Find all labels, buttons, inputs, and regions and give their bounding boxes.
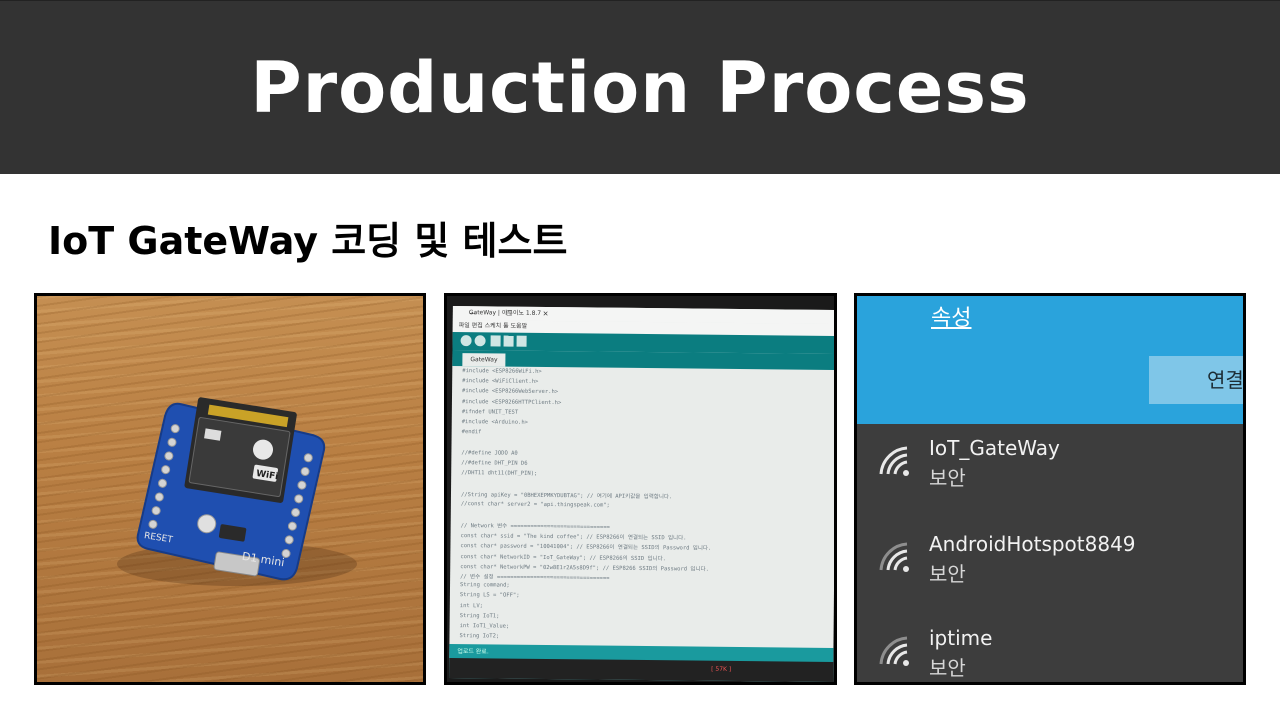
wifi-network-item: AndroidHotspot8849 보안: [857, 532, 1243, 612]
code-line: #ifndef UNIT_TEST: [461, 408, 519, 416]
ide-tab-bar: GateWay: [452, 349, 834, 371]
wifi-network-security: 보안: [929, 562, 966, 586]
code-line: #include <Arduino.h>: [461, 419, 529, 426]
code-line: #include <WiFiClient.h>: [462, 378, 539, 386]
wifi-network-item: IoT_GateWay 보안: [857, 436, 1243, 516]
code-line: // 변수 설정 ===============================…: [460, 574, 610, 582]
wifi-network-name: iptime: [929, 626, 993, 650]
ide-counter: [ 57K ]: [711, 665, 732, 673]
code-line: String LS = "OFF";: [459, 592, 520, 600]
code-line: //const char* server2 = "api.thingspeak.…: [460, 500, 610, 509]
code-line: //String apiKey = "0BHEXEPMKYDUBTAG"; //…: [460, 492, 673, 501]
board-photo: WiFi RESET D1 mini: [34, 293, 426, 685]
title-bar: Production Process: [0, 0, 1280, 174]
wifi-signal-icon: [879, 636, 909, 666]
code-line: //#define DHT_PIN D6: [461, 459, 528, 467]
upload-icon: [474, 335, 486, 347]
code-line: const char* NetworkID = "IoT_GateWay"; /…: [460, 553, 667, 562]
wifi-signal-icon: [879, 542, 909, 572]
code-line: String IoT2;: [459, 633, 500, 640]
code-line: int LV;: [459, 602, 484, 609]
code-editor: #include <ESP8266WiFi.h> #include <WiFiCl…: [459, 368, 826, 648]
tab-gateway: GateWay: [462, 353, 506, 367]
verify-icon: [460, 335, 472, 347]
ide-status-bar: [449, 657, 834, 682]
code-line: #include <ESP8266WebServer.h>: [462, 388, 559, 396]
wifi-network-security: 보안: [929, 466, 966, 490]
properties-link: 속성: [931, 306, 972, 331]
new-icon: [490, 335, 501, 347]
code-line: #include <ESP8266HTTPClient.h>: [461, 398, 562, 406]
wifi-network-name: IoT_GateWay: [929, 436, 1060, 460]
wifi-photo: 속성 연결 IoT_GateWay 보안 AndroidHotspot8849 …: [854, 293, 1246, 685]
code-line: const char* NetworkPW = "02w8E1r2A5s8D9f…: [460, 563, 709, 573]
wifi-network-name: AndroidHotspot8849: [929, 532, 1136, 556]
ide-photo: GateWay | 아두이노 1.8.7 — ☐ ✕ 파일 편집 스케치 툴 도…: [444, 293, 837, 685]
code-line: //#define JODO A0: [461, 449, 518, 457]
wifi-header-area: 속성 연결: [857, 296, 1243, 424]
open-icon: [503, 335, 514, 347]
code-line: const char* ssid = "The kind coffee"; //…: [460, 533, 687, 542]
save-icon: [516, 335, 527, 347]
connect-button: 연결: [1149, 356, 1243, 404]
wifi-network-item: iptime 보안: [857, 626, 1243, 682]
page-title: Production Process: [250, 47, 1030, 129]
code-line: String IoT1;: [459, 612, 500, 620]
wifi-network-security: 보안: [929, 656, 966, 680]
code-line: //DHT11 dht11(DHT_PIN);: [461, 470, 538, 477]
section-subtitle: IoT GateWay 코딩 및 테스트: [48, 219, 568, 263]
code-line: #endif: [461, 429, 482, 436]
code-line: String command;: [460, 582, 510, 589]
wifi-signal-icon: [879, 446, 909, 476]
code-line: int IoT1_Value;: [459, 623, 510, 630]
d1-mini-board: WiFi RESET D1 mini: [117, 397, 357, 586]
code-line: // Network 변수 ==========================…: [460, 523, 610, 531]
code-line: #include <ESP8266WiFi.h>: [462, 368, 542, 375]
ide-status-text: 업로드 완료.: [457, 648, 489, 656]
code-line: const char* password = "10041004"; // ES…: [460, 543, 712, 553]
arduino-ide-window: GateWay | 아두이노 1.8.7 — ☐ ✕ 파일 편집 스케치 툴 도…: [449, 305, 834, 682]
